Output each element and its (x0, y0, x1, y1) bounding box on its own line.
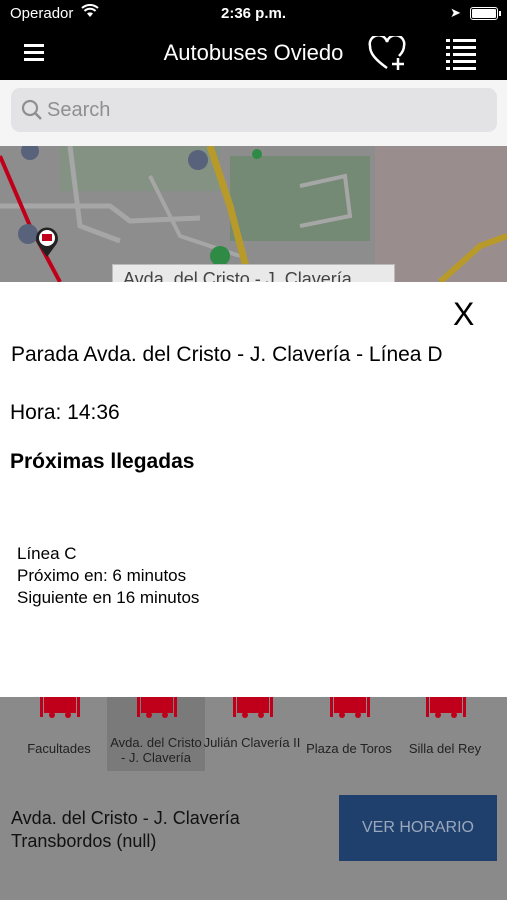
search-bar (0, 80, 507, 146)
view-schedule-button[interactable]: VER HORARIO (339, 795, 497, 861)
stop-label: Facultades (27, 741, 91, 756)
bus-icon (330, 697, 370, 718)
search-icon (21, 99, 42, 120)
arrivals-modal: X Parada Avda. del Cristo - J. Clavería … (0, 282, 507, 697)
next-arrival: Próximo en: 6 minutos (17, 566, 187, 585)
heart-plus-icon[interactable] (368, 36, 408, 72)
stop-item-facultades[interactable]: Facultades (10, 697, 108, 771)
stop-item-silla-del-rey[interactable]: Silla del Rey (396, 697, 494, 771)
location-arrow-icon: ➤ (450, 5, 461, 20)
stop-title: Parada Avda. del Cristo - J. Clavería - … (11, 343, 443, 366)
stop-label: Silla del Rey (408, 741, 482, 756)
arrival-info: Línea C Próximo en: 6 minutos Siguiente … (17, 543, 199, 609)
stop-label: Avda. del Cristo - J. Clavería (110, 735, 202, 765)
stop-info: Avda. del Cristo - J. Clavería Transbord… (11, 807, 240, 853)
bus-stop-pin-icon[interactable] (33, 226, 61, 258)
bus-icon (137, 697, 177, 718)
list-icon[interactable] (446, 38, 476, 70)
line-name: Línea C (17, 544, 77, 563)
stop-label: Plaza de Toros (306, 741, 392, 756)
search-box[interactable] (11, 88, 497, 132)
stop-label: Julián Clavería II (203, 735, 301, 750)
stop-item-avda-del-cristo[interactable]: Avda. del Cristo - J. Clavería (107, 697, 205, 771)
stop-name: Avda. del Cristo - J. Clavería (11, 808, 240, 828)
nav-bar: Autobuses Oviedo (0, 28, 507, 80)
current-time: Hora: 14:36 (10, 401, 120, 424)
close-button[interactable]: X (453, 298, 474, 330)
bus-icon (233, 697, 273, 718)
stop-item-plaza-de-toros[interactable]: Plaza de Toros (300, 697, 398, 771)
map-view[interactable]: Avda. del Cristo - J. Clavería (0, 146, 507, 282)
bus-icon (40, 697, 80, 718)
battery-icon (470, 7, 501, 20)
map-background (0, 146, 507, 282)
app-title: Autobuses Oviedo (163, 40, 344, 65)
status-time: 2:36 p.m. (220, 5, 287, 22)
bus-icon (426, 697, 466, 718)
following-arrival: Siguiente en 16 minutos (17, 588, 200, 607)
map-callout[interactable]: Avda. del Cristo - J. Clavería (112, 264, 395, 282)
stop-panel: Facultades Avda. del Cristo - J. Claverí… (0, 697, 507, 900)
stop-item-julian-claveria[interactable]: Julián Clavería II (203, 697, 301, 771)
stops-strip: Facultades Avda. del Cristo - J. Claverí… (0, 697, 507, 775)
transfers: Transbordos (null) (11, 831, 157, 851)
search-input[interactable] (47, 96, 467, 124)
status-bar: Operador 2:36 p.m. ➤ (0, 0, 507, 28)
next-arrivals-heading: Próximas llegadas (10, 450, 195, 473)
